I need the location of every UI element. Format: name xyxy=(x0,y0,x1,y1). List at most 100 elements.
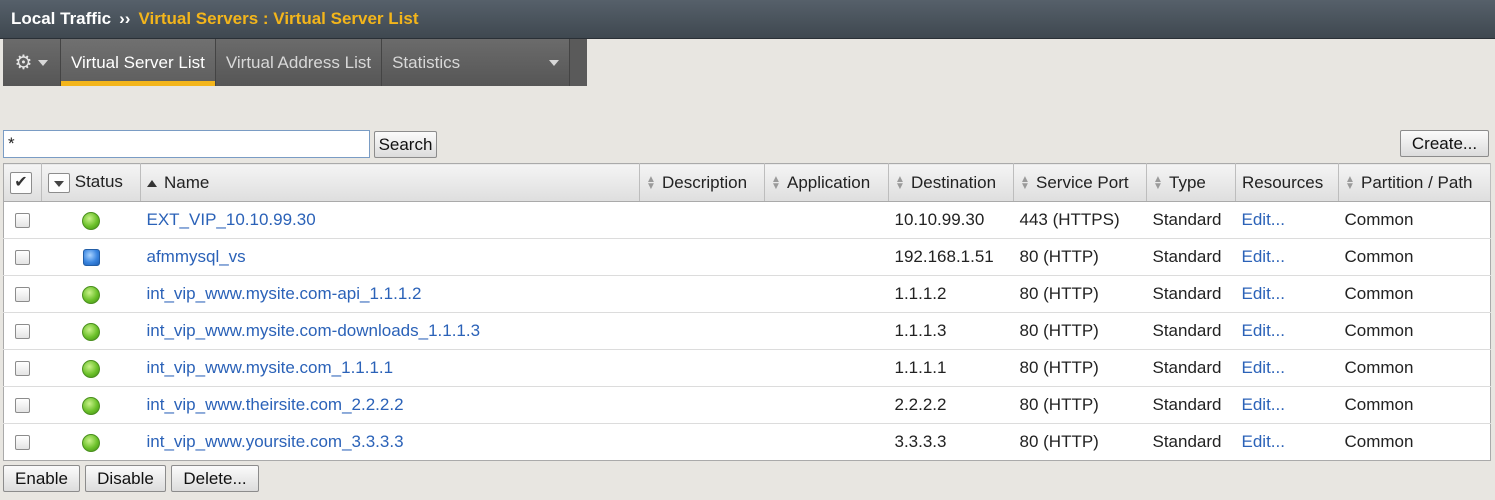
sort-icon: ▲ ▼ xyxy=(646,174,656,193)
row-status xyxy=(41,349,141,387)
row-checkbox[interactable] xyxy=(15,287,31,303)
row-service-port: 80 (HTTP) xyxy=(1013,349,1147,387)
column-label: Service Port xyxy=(1036,172,1129,192)
edit-resources-link[interactable]: Edit... xyxy=(1242,358,1285,377)
row-type: Standard xyxy=(1146,201,1236,239)
page-title: Virtual Servers : Virtual Server List xyxy=(138,9,419,28)
sort-icon: ▲ ▼ xyxy=(1153,174,1163,193)
search-input[interactable] xyxy=(3,130,370,158)
edit-resources-link[interactable]: Edit... xyxy=(1242,210,1285,229)
edit-resources-link[interactable]: Edit... xyxy=(1242,432,1285,451)
column-description[interactable]: ▲ ▼ Description xyxy=(639,163,765,202)
row-destination: 1.1.1.3 xyxy=(888,312,1014,350)
row-name: int_vip_www.mysite.com_1.1.1.1 xyxy=(140,349,640,387)
row-checkbox[interactable] xyxy=(15,361,31,377)
column-status[interactable]: Status xyxy=(41,163,141,202)
virtual-server-link[interactable]: int_vip_www.yoursite.com_3.3.3.3 xyxy=(147,432,404,451)
table-row: int_vip_www.mysite.com-downloads_1.1.1.3… xyxy=(3,312,1491,350)
column-destination[interactable]: ▲ ▼ Destination xyxy=(888,163,1014,202)
column-type[interactable]: ▲ ▼ Type xyxy=(1146,163,1236,202)
select-all-checkbox[interactable]: ✔ xyxy=(3,163,42,202)
row-status xyxy=(41,386,141,424)
status-unknown-icon xyxy=(82,249,100,267)
breadcrumb-root[interactable]: Local Traffic xyxy=(11,9,111,29)
row-application xyxy=(764,349,889,387)
row-resources: Edit... xyxy=(1235,386,1339,424)
row-service-port: 80 (HTTP) xyxy=(1019,432,1099,451)
row-select xyxy=(3,275,42,313)
virtual-server-table: ✔ Status Name ▲ ▼ Description ▲ ▼ Applicatio… xyxy=(3,163,1491,461)
virtual-server-link[interactable]: int_vip_www.mysite.com_1.1.1.1 xyxy=(147,358,394,377)
disable-button[interactable]: Disable xyxy=(85,465,166,492)
row-description xyxy=(639,386,765,424)
gear-icon: ⚙ xyxy=(14,51,33,74)
row-description xyxy=(639,275,765,313)
breadcrumb-separator: ›› xyxy=(119,9,131,28)
row-name: afmmysql_vs xyxy=(140,238,640,276)
row-checkbox[interactable] xyxy=(15,398,31,414)
column-application[interactable]: ▲ ▼ Application xyxy=(764,163,889,202)
row-checkbox[interactable] xyxy=(15,435,31,451)
sort-ascending-icon xyxy=(147,179,157,187)
table-row: int_vip_www.theirsite.com_2.2.2.2 2.2.2.2… xyxy=(3,386,1491,424)
table-row: EXT_VIP_10.10.99.30 10.10.99.30 443 (HTTPS… xyxy=(3,201,1491,239)
virtual-server-link[interactable]: int_vip_www.theirsite.com_2.2.2.2 xyxy=(147,395,404,414)
row-resources: Edit... xyxy=(1235,201,1339,239)
breadcrumb: Local Traffic ›› Virtual Servers : Virtu… xyxy=(0,0,1495,39)
edit-resources-link[interactable]: Edit... xyxy=(1242,247,1285,266)
enable-button[interactable]: Enable xyxy=(3,465,80,492)
sort-icon: ▲ ▼ xyxy=(1345,174,1355,193)
row-checkbox[interactable] xyxy=(15,324,31,340)
row-checkbox[interactable] xyxy=(15,213,31,229)
delete-button[interactable]: Delete... xyxy=(171,465,259,492)
search-button[interactable]: Search xyxy=(374,131,437,158)
virtual-server-link[interactable]: afmmysql_vs xyxy=(147,247,246,266)
column-label: Destination xyxy=(911,172,997,192)
virtual-server-link[interactable]: int_vip_www.mysite.com-api_1.1.1.2 xyxy=(147,284,422,303)
row-description xyxy=(639,238,765,276)
status-available-icon xyxy=(82,433,100,452)
row-service-port: 80 (HTTP) xyxy=(1013,386,1147,424)
create-button[interactable]: Create... xyxy=(1400,130,1489,157)
edit-resources-link[interactable]: Edit... xyxy=(1242,395,1285,414)
row-application xyxy=(764,386,889,424)
chevron-down-icon xyxy=(38,59,49,66)
row-description xyxy=(639,349,765,387)
status-available-icon xyxy=(82,211,100,230)
column-label: Name xyxy=(164,172,210,192)
column-name[interactable]: Name xyxy=(140,163,640,202)
settings-menu-button[interactable]: ⚙ xyxy=(3,39,61,86)
table-row: int_vip_www.mysite.com-api_1.1.1.2 1.1.1.… xyxy=(3,275,1491,313)
virtual-server-link[interactable]: int_vip_www.mysite.com-downloads_1.1.1.3 xyxy=(147,321,481,340)
row-status xyxy=(41,275,141,313)
status-available-icon xyxy=(82,285,100,304)
edit-resources-link[interactable]: Edit... xyxy=(1242,321,1285,340)
column-label: Type xyxy=(1169,172,1206,192)
edit-resources-link[interactable]: Edit... xyxy=(1242,284,1285,303)
row-type: Standard xyxy=(1146,275,1236,313)
status-filter-menu[interactable] xyxy=(48,172,70,193)
column-service-port[interactable]: ▲ ▼ Service Port xyxy=(1013,163,1147,202)
row-service-port: 80 (HTTP) xyxy=(1013,312,1147,350)
row-application xyxy=(764,238,889,276)
row-select xyxy=(4,424,42,461)
row-select xyxy=(3,312,42,350)
row-destination: 1.1.1.1 xyxy=(888,349,1014,387)
row-checkbox[interactable] xyxy=(15,250,31,266)
tab-virtual-server-list[interactable]: Virtual Server List xyxy=(61,39,216,86)
column-resources: Resources xyxy=(1235,163,1339,202)
row-resources: Edit... xyxy=(1236,424,1339,461)
row-partition: Common xyxy=(1338,312,1491,350)
virtual-server-link[interactable]: EXT_VIP_10.10.99.30 xyxy=(147,210,316,229)
column-partition[interactable]: ▲ ▼ Partition / Path xyxy=(1338,163,1491,202)
row-partition: Common xyxy=(1338,201,1491,239)
column-label: Description xyxy=(662,172,748,192)
row-destination: 192.168.1.51 xyxy=(888,238,1014,276)
status-available-icon xyxy=(82,322,100,341)
tab-virtual-address-list[interactable]: Virtual Address List xyxy=(215,39,383,86)
row-service-port: 443 (HTTPS) xyxy=(1013,201,1147,239)
tab-statistics[interactable]: Statistics xyxy=(382,39,571,86)
row-select xyxy=(3,349,42,387)
row-service-port: 80 (HTTP) xyxy=(1013,238,1147,276)
row-destination: 10.10.99.30 xyxy=(888,201,1014,239)
